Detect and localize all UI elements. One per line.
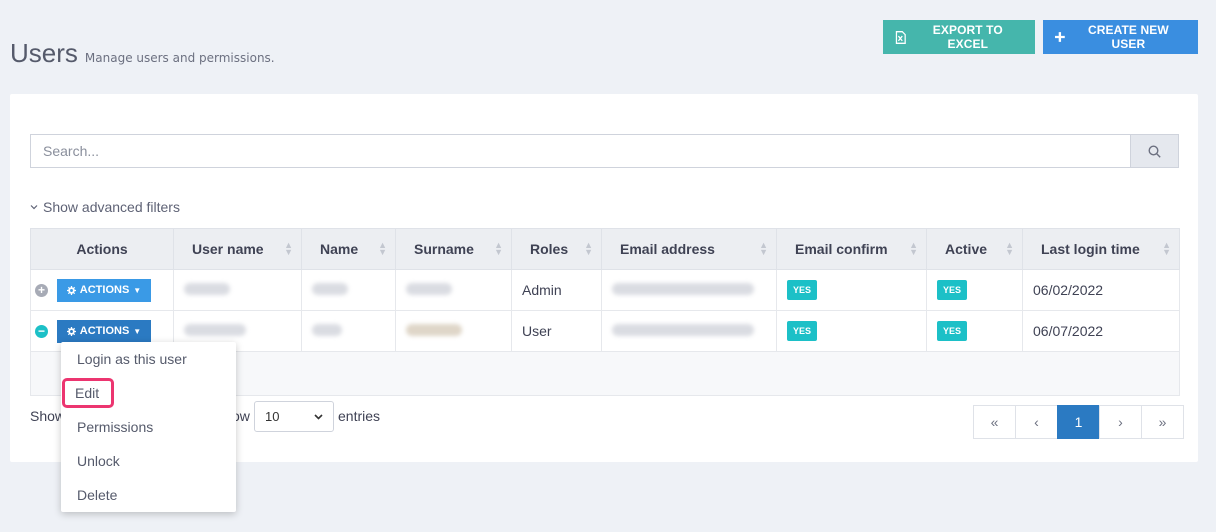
active-badge: YES <box>937 321 968 341</box>
sort-icon: ▲ ▼ <box>378 240 387 257</box>
next-page-button[interactable]: › <box>1099 405 1142 439</box>
plus-icon <box>1055 32 1065 42</box>
sort-icon: ▲ ▼ <box>584 240 593 257</box>
first-page-button[interactable]: « <box>973 405 1016 439</box>
row-actions-dropdown: Login as this user Edit Permissions Unlo… <box>61 342 236 512</box>
menu-item-permissions[interactable]: Permissions <box>61 410 236 444</box>
email-confirm-cell: YES <box>776 269 927 311</box>
surname-cell <box>395 310 512 352</box>
column-header-active[interactable]: Active ▲ ▼ <box>926 228 1023 270</box>
column-header-actions: Actions <box>30 228 174 270</box>
create-new-user-button[interactable]: CREATE NEW USER <box>1043 20 1198 54</box>
advanced-filters-toggle[interactable]: Show advanced filters <box>30 199 180 215</box>
chevron-down-icon <box>30 205 38 210</box>
menu-item-delete[interactable]: Delete <box>61 478 236 512</box>
search-icon <box>1148 144 1161 158</box>
advanced-filters-label: Show advanced filters <box>43 199 180 215</box>
sort-icon: ▲ ▼ <box>909 240 918 257</box>
gear-icon <box>66 285 76 295</box>
name-cell <box>301 269 396 311</box>
sort-icon: ▲ ▼ <box>759 240 768 257</box>
page-1-button[interactable]: 1 <box>1057 405 1100 439</box>
active-cell: YES <box>926 310 1023 352</box>
search-button[interactable] <box>1130 134 1179 168</box>
search-input[interactable] <box>30 134 1130 168</box>
sort-icon: ▲ ▼ <box>494 240 503 257</box>
email-confirm-badge: YES <box>787 280 818 300</box>
email-cell <box>601 269 777 311</box>
sort-icon: ▲ ▼ <box>1162 240 1171 257</box>
entries-label: entries <box>338 408 381 424</box>
email-cell <box>601 310 777 352</box>
column-header-user-name[interactable]: User name ▲ ▼ <box>173 228 302 270</box>
expand-row-icon[interactable]: + <box>35 283 48 297</box>
column-header-surname[interactable]: Surname ▲ ▼ <box>395 228 512 270</box>
show-label: Show <box>30 408 66 424</box>
previous-page-button[interactable]: ‹ <box>1015 405 1058 439</box>
actions-label: ACTIONS <box>79 284 130 296</box>
page-size-value: 10 <box>265 409 280 424</box>
sort-icon: ▲ ▼ <box>1005 240 1014 257</box>
create-label: CREATE NEW USER <box>1087 23 1169 51</box>
chevron-down-icon <box>314 413 323 420</box>
column-header-roles[interactable]: Roles ▲ ▼ <box>511 228 602 270</box>
name-cell <box>301 310 396 352</box>
role-cell: User <box>511 310 602 352</box>
menu-item-edit[interactable]: Edit <box>61 376 236 410</box>
column-header-email-confirm[interactable]: Email confirm ▲ ▼ <box>776 228 927 270</box>
column-header-last-login-time[interactable]: Last login time ▲ ▼ <box>1022 228 1180 270</box>
active-badge: YES <box>937 280 968 300</box>
column-header-email-address[interactable]: Email address ▲ ▼ <box>601 228 777 270</box>
page-title: Users <box>10 38 78 68</box>
last-page-button[interactable]: » <box>1141 405 1184 439</box>
collapse-row-icon[interactable]: − <box>35 324 48 338</box>
sort-icon: ▲ ▼ <box>284 240 293 257</box>
export-label: EXPORT TO EXCEL <box>932 23 1003 51</box>
gear-icon <box>66 326 76 336</box>
email-confirm-badge: YES <box>787 321 818 341</box>
page-header: Users Manage users and permissions. <box>10 38 275 69</box>
search-bar <box>30 134 1179 168</box>
excel-file-icon <box>895 30 906 44</box>
export-to-excel-button[interactable]: EXPORT TO EXCEL <box>883 20 1035 54</box>
caret-down-icon: ▼ <box>133 326 142 336</box>
last-login-cell: 06/07/2022 <box>1022 310 1180 352</box>
page-size-select[interactable]: 10 <box>254 401 334 432</box>
role-cell: Admin <box>511 269 602 311</box>
surname-cell <box>395 269 512 311</box>
column-header-name[interactable]: Name ▲ ▼ <box>301 228 396 270</box>
pagination: « ‹ 1 › » <box>973 405 1184 439</box>
caret-down-icon: ▼ <box>133 285 142 295</box>
last-login-cell: 06/02/2022 <box>1022 269 1180 311</box>
email-confirm-cell: YES <box>776 310 927 352</box>
active-cell: YES <box>926 269 1023 311</box>
menu-item-unlock[interactable]: Unlock <box>61 444 236 478</box>
table-row: + ACTIONS ▼ Admin YES YES 06/02/2022 <box>30 269 1180 311</box>
page-subtitle: Manage users and permissions. <box>84 51 275 65</box>
row-actions-button[interactable]: ACTIONS ▼ <box>57 319 151 343</box>
user-name-cell <box>173 269 302 311</box>
actions-cell: + ACTIONS ▼ <box>30 269 174 311</box>
row-actions-button[interactable]: ACTIONS ▼ <box>57 278 151 302</box>
actions-label: ACTIONS <box>79 325 130 337</box>
menu-item-login-as-user[interactable]: Login as this user <box>61 342 236 376</box>
